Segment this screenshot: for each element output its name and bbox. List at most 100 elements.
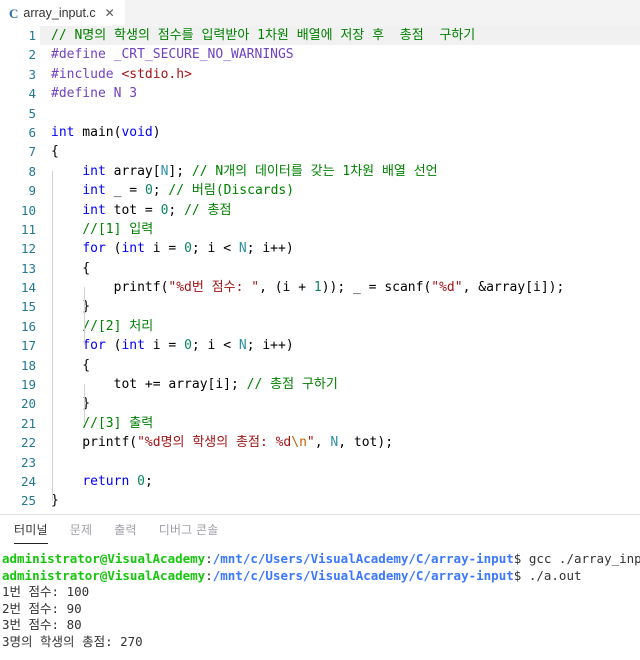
code-text[interactable]: int array[N]; // N개의 데이터를 갖는 1차원 배열 선언 <box>40 162 640 181</box>
code-token-cmt: //[1] 입력 <box>82 221 154 237</box>
code-line[interactable]: 15 } <box>0 297 640 316</box>
line-number: 2 <box>28 47 36 63</box>
code-line[interactable]: 17 for (int i = 0; i < N; i++) <box>0 336 640 355</box>
code-text[interactable]: int _ = 0; // 버림(Discards) <box>40 181 640 200</box>
code-text[interactable]: tot += array[i]; // 총점 구하기 <box>40 375 640 394</box>
code-line[interactable]: 4 #define N 3 <box>0 84 640 103</box>
code-text[interactable]: // N명의 학생의 점수를 입력받아 1차원 배열에 저장 후 총점 구하기 <box>40 26 640 46</box>
line-number: 25 <box>20 493 36 509</box>
code-text[interactable] <box>40 104 640 123</box>
code-line[interactable]: 23 <box>0 453 640 472</box>
panel-tab-2[interactable]: 출력 <box>114 521 136 544</box>
code-text[interactable]: { <box>40 142 640 161</box>
code-token-str: "%d번 점수: " <box>168 280 260 296</box>
code-token-pln: ; <box>152 183 169 199</box>
code-text[interactable]: { <box>40 356 640 375</box>
code-token-esc: \n <box>291 435 307 451</box>
code-line[interactable]: 3 #include <stdio.h> <box>0 65 640 84</box>
code-token-pln: ) <box>152 124 161 140</box>
code-text[interactable]: //[3] 출력 <box>40 414 640 433</box>
panel-tab-3[interactable]: 디버그 콘솔 <box>159 521 219 544</box>
line-number: 13 <box>20 260 36 276</box>
code-line[interactable]: 11 //[1] 입력 <box>0 220 640 239</box>
terminal-command: $ gcc ./array_input.c <box>513 551 640 566</box>
line-number: 4 <box>28 86 36 102</box>
code-text[interactable]: { <box>40 259 640 278</box>
code-line[interactable]: 19 tot += array[i]; // 총점 구하기 <box>0 375 640 394</box>
code-line[interactable]: 7{ <box>0 142 640 161</box>
code-text[interactable]: printf("%d번 점수: ", (i + 1)); _ = scanf("… <box>40 278 640 297</box>
code-token-pln <box>51 241 82 256</box>
terminal-output[interactable]: administrator@VisualAcademy:/mnt/c/Users… <box>0 547 640 660</box>
line-number: 24 <box>20 473 36 489</box>
code-line[interactable]: 25} <box>0 491 640 510</box>
code-line[interactable]: 20 } <box>0 394 640 413</box>
terminal-path: /mnt/c/Users/VisualAcademy/C/array-input <box>212 551 514 566</box>
code-text[interactable]: for (int i = 0; i < N; i++) <box>40 336 640 355</box>
indent-guide-level-2b <box>84 384 85 423</box>
code-text[interactable]: //[2] 처리 <box>40 317 640 336</box>
code-editor[interactable]: 1 // N명의 학생의 점수를 입력받아 1차원 배열에 저장 후 총점 구하기… <box>0 26 640 514</box>
code-line[interactable]: 2 #define _CRT_SECURE_NO_WARNINGS <box>0 45 640 64</box>
code-text[interactable]: #include <stdio.h> <box>40 65 640 84</box>
close-icon[interactable]: ✕ <box>103 7 117 19</box>
code-token-pln: _ = <box>105 183 145 199</box>
line-number: 17 <box>20 338 36 354</box>
code-text[interactable]: //[1] 입력 <box>40 220 640 239</box>
code-line[interactable]: 16 //[2] 처리 <box>0 317 640 336</box>
code-token-mac: N <box>238 338 247 354</box>
code-token-pln: , &array[i]); <box>462 280 565 296</box>
code-text[interactable] <box>40 453 640 472</box>
code-line[interactable]: 12 for (int i = 0; i < N; i++) <box>0 239 640 258</box>
code-line[interactable]: 22 printf("%d명의 학생의 총점: %d\n", N, tot); <box>0 433 640 452</box>
code-line[interactable]: 9 int _ = 0; // 버림(Discards) <box>0 181 640 200</box>
code-token-cmt: // N개의 데이터를 갖는 1차원 배열 선언 <box>191 163 438 179</box>
panel-tab-1[interactable]: 문제 <box>70 521 92 544</box>
code-token-pln: printf( <box>51 280 169 296</box>
code-token-kw: for <box>82 338 106 354</box>
code-text[interactable]: int tot = 0; // 총점 <box>40 201 640 220</box>
code-text[interactable]: for (int i = 0; i < N; i++) <box>40 239 640 258</box>
code-text[interactable]: #define N 3 <box>40 84 640 103</box>
code-line[interactable]: 13 { <box>0 259 640 278</box>
code-token-pln <box>51 183 82 198</box>
code-token-pln: ; i++) <box>246 241 294 257</box>
terminal-prompt-line: administrator@VisualAcademy:/mnt/c/Users… <box>2 551 640 568</box>
code-token-kw: int <box>82 183 106 199</box>
code-line[interactable]: 24 return 0; <box>0 472 640 491</box>
code-token-num: 0 <box>137 473 145 489</box>
code-text[interactable]: return 0; <box>40 472 640 491</box>
code-token-pln: ; <box>168 202 185 218</box>
panel-tab-bar: 터미널 문제 출력 디버그 콘솔 <box>0 515 640 547</box>
code-text[interactable]: } <box>40 394 640 413</box>
code-token-pln: , tot); <box>338 435 394 451</box>
code-line[interactable]: 10 int tot = 0; // 총점 <box>0 201 640 220</box>
code-line[interactable]: 5 <box>0 104 640 123</box>
indent-guide-level-1 <box>52 171 53 501</box>
code-token-kw: void <box>121 124 153 140</box>
code-token-pln: tot = <box>105 202 161 218</box>
code-token-kw: int <box>121 241 145 257</box>
code-text[interactable]: int main(void) <box>40 123 640 142</box>
code-line[interactable]: 8 int array[N]; // N개의 데이터를 갖는 1차원 배열 선언 <box>0 162 640 181</box>
code-line[interactable]: 6 int main(void) <box>0 123 640 142</box>
code-text[interactable]: } <box>40 297 640 316</box>
code-token-pln <box>51 416 82 431</box>
code-token-kw: int <box>121 338 145 354</box>
code-token-pln: , <box>314 435 331 451</box>
indent-guide-level-2 <box>84 287 85 345</box>
code-text[interactable]: #define _CRT_SECURE_NO_WARNINGS <box>40 45 640 64</box>
panel-tab-0[interactable]: 터미널 <box>14 521 48 544</box>
code-text[interactable]: printf("%d명의 학생의 총점: %d\n", N, tot); <box>40 433 640 452</box>
code-text[interactable]: } <box>40 491 640 510</box>
code-line[interactable]: 14 printf("%d번 점수: ", (i + 1)); _ = scan… <box>0 278 640 297</box>
code-token-str: "%d" <box>431 280 463 296</box>
code-token-pln: ; i < <box>191 241 239 257</box>
editor-tab-array-input-c[interactable]: C array_input.c ✕ <box>0 0 125 26</box>
line-number: 21 <box>20 415 36 431</box>
code-line[interactable]: 18 { <box>0 356 640 375</box>
code-token-hdr: <stdio.h> <box>121 66 192 82</box>
line-number: 20 <box>20 396 36 412</box>
code-line[interactable]: 21 //[3] 출력 <box>0 414 640 433</box>
code-line[interactable]: 1 // N명의 학생의 점수를 입력받아 1차원 배열에 저장 후 총점 구하기 <box>0 26 640 46</box>
